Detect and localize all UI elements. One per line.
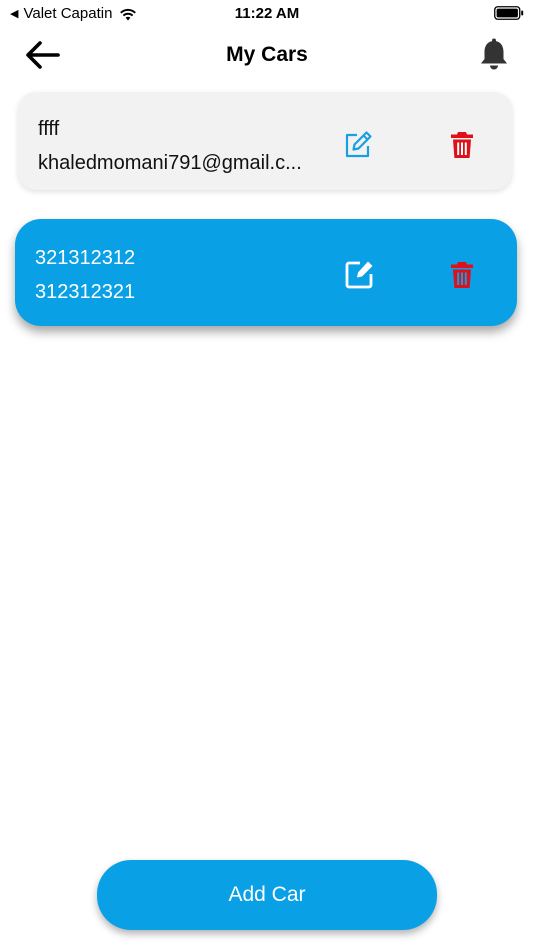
status-bar: ◀ Valet Capatin 11:22 AM [0,0,534,28]
car-info: ffff khaledmomani791@gmail.c... [38,112,302,180]
car-card-selected[interactable]: 321312312 312312321 [15,219,517,326]
bell-icon[interactable] [476,37,512,73]
my-cars-screen: ◀ Valet Capatin 11:22 AM My Cars ffff kh… [0,0,534,950]
nav-header: My Cars [0,30,534,80]
add-car-button[interactable]: Add Car [97,860,437,930]
edit-icon[interactable] [343,259,375,291]
edit-icon[interactable] [342,129,374,161]
trash-icon[interactable] [446,259,478,291]
status-time: 11:22 AM [234,5,300,22]
car-card[interactable]: ffff khaledmomani791@gmail.c... [18,92,512,190]
car-plate-number: 312312321 [35,281,136,303]
battery-icon [494,6,524,20]
car-owner-email: khaledmomani791@gmail.c... [38,152,302,174]
car-info: 321312312 312312321 [35,241,135,309]
car-name: ffff [38,118,60,140]
car-name: 321312312 [35,247,136,269]
trash-icon[interactable] [446,129,478,161]
page-title: My Cars [226,43,308,66]
